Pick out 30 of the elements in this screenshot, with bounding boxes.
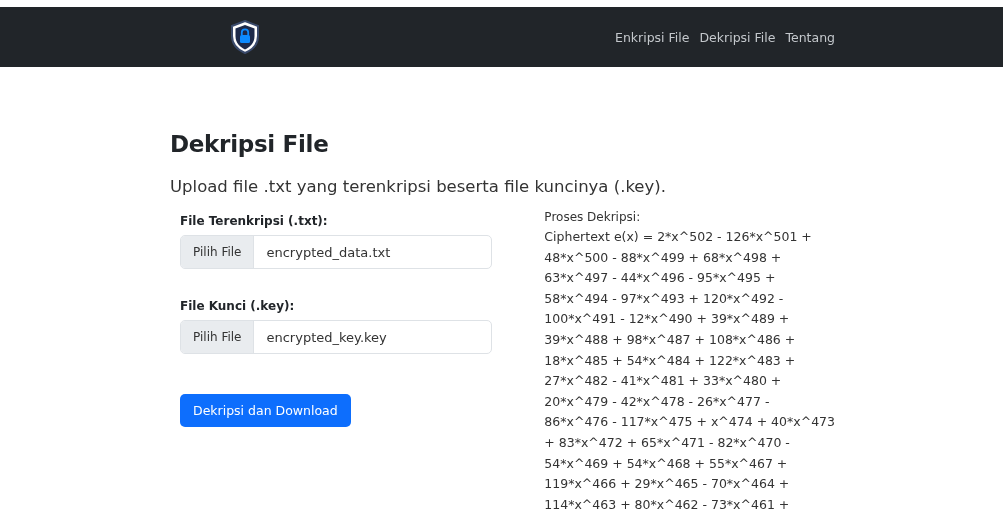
choose-file-button[interactable]: Pilih File	[181, 321, 255, 353]
ciphertext-line: 119*x^466 + 29*x^465 - 70*x^464 +	[544, 475, 791, 494]
page-subtitle: Upload file .txt yang terenkripsi beserta file kuncinya (.key).	[170, 177, 667, 196]
ciphertext-line: 20*x^479 - 42*x^478 - 26*x^477 -	[544, 392, 771, 411]
ciphertext-line: 86*x^476 - 117*x^475 + x^474 + 40*x^473	[544, 413, 835, 432]
ciphertext-line: 63*x^497 - 44*x^496 - 95*x^495 +	[544, 269, 777, 288]
ciphertext-line: Ciphertext e(x) = 2*x^502 - 126*x^501 +	[544, 228, 813, 246]
field-label: File Kunci (.key):	[180, 299, 296, 313]
nav-link[interactable]: Enkripsi File	[615, 29, 690, 45]
file-input[interactable]: Pilih File encrypted_data.txt	[180, 235, 493, 269]
ciphertext-line: 27*x^482 - 41*x^481 + 33*x^480 +	[544, 372, 783, 391]
ciphertext-line: + 83*x^472 + 65*x^471 - 82*x^470 -	[544, 433, 791, 452]
process-title: Proses Dekripsi:	[544, 210, 642, 224]
shield-lock-icon[interactable]	[230, 20, 260, 54]
ciphertext-line: 58*x^494 - 97*x^493 + 120*x^492 -	[544, 289, 785, 308]
ciphertext-line: 18*x^485 + 54*x^484 + 122*x^483 +	[544, 351, 797, 370]
nav-link[interactable]: Dekripsi File	[699, 29, 776, 45]
field-label: File Terenkripsi (.txt):	[180, 214, 329, 228]
ciphertext-line: 39*x^488 + 98*x^487 + 108*x^486 +	[544, 330, 797, 349]
choose-file-button[interactable]: Pilih File	[181, 236, 255, 268]
ciphertext-line: 114*x^463 + 80*x^462 - 73*x^461 +	[544, 495, 791, 514]
file-input[interactable]: Pilih File encrypted_key.key	[180, 320, 493, 354]
file-name: encrypted_key.key	[265, 328, 388, 347]
page-title: Dekripsi File	[170, 131, 330, 157]
ciphertext-line: 48*x^500 - 88*x^499 + 68*x^498 +	[544, 248, 783, 267]
ciphertext-line: 54*x^469 + 54*x^468 + 55*x^467 +	[544, 454, 789, 473]
file-name: encrypted_data.txt	[265, 243, 392, 262]
ciphertext-line: 100*x^491 - 12*x^490 + 39*x^489 +	[544, 310, 791, 329]
decrypt-download-button[interactable]: Dekripsi dan Download	[180, 394, 351, 427]
nav-link[interactable]: Tentang	[785, 29, 835, 45]
